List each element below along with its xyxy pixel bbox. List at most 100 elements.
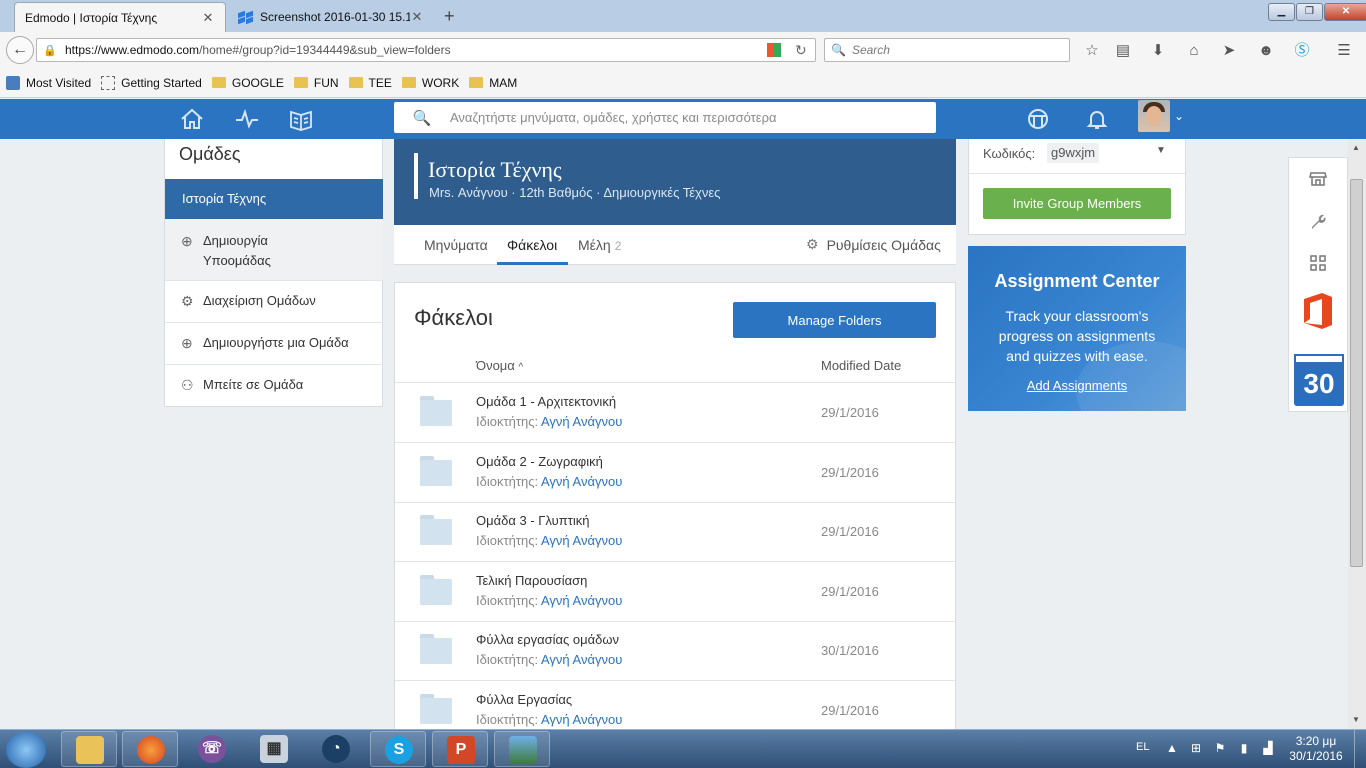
- calendar-icon[interactable]: 30: [1294, 354, 1344, 406]
- owner-link[interactable]: Αγνή Ανάγνου: [541, 712, 622, 727]
- folder-row[interactable]: Ομάδα 2 - Ζωγραφική Ιδιοκτήτης: Αγνή Ανά…: [395, 443, 955, 503]
- folder-name[interactable]: Φύλλα Εργασίας: [476, 692, 572, 707]
- taskbar-explorer[interactable]: [61, 731, 117, 767]
- close-tab-icon[interactable]: ✕: [410, 9, 424, 25]
- owner-link[interactable]: Αγνή Ανάγνου: [541, 652, 622, 667]
- taskbar-photo-viewer[interactable]: [494, 731, 550, 767]
- reload-icon[interactable]: ↻: [795, 42, 815, 59]
- windows-flag-icon[interactable]: ⊞: [1188, 741, 1204, 757]
- network-signal-icon[interactable]: ▟: [1260, 741, 1276, 757]
- menu-icon[interactable]: ☰: [1334, 41, 1354, 61]
- plus-circle-icon: ⊕: [181, 335, 193, 351]
- browser-tab-screenshot[interactable]: Screenshot 2016-01-30 15.1... ✕: [228, 2, 434, 32]
- owner-link[interactable]: Αγνή Ανάγνου: [541, 593, 622, 608]
- owner-link[interactable]: Αγνή Ανάγνου: [541, 533, 622, 548]
- user-avatar[interactable]: [1138, 100, 1170, 132]
- column-header-modified-date[interactable]: Modified Date: [821, 358, 901, 373]
- create-subgroup-link[interactable]: ⊕ Δημιουργία Υποομάδας: [165, 219, 383, 281]
- notifications-bell-icon[interactable]: [1083, 105, 1111, 133]
- taskbar-firefox[interactable]: [122, 731, 178, 767]
- home-icon[interactable]: [178, 105, 206, 133]
- bookmark-folder-tee[interactable]: TEE: [348, 76, 392, 90]
- activity-icon[interactable]: [233, 105, 261, 133]
- invite-members-button[interactable]: Invite Group Members: [983, 188, 1171, 219]
- taskbar-speedometer[interactable]: ◔: [308, 731, 364, 767]
- global-search-input[interactable]: [450, 110, 936, 125]
- browser-search-box[interactable]: 🔍 Search: [824, 38, 1070, 62]
- column-header-name[interactable]: Όνομα ^: [476, 358, 523, 373]
- folder-name[interactable]: Ομάδα 3 - Γλυπτική: [476, 513, 589, 528]
- skype-icon[interactable]: Ⓢ: [1292, 41, 1312, 61]
- spotlight-icon[interactable]: [1024, 105, 1052, 133]
- send-icon[interactable]: ➤: [1219, 41, 1239, 61]
- folder-name[interactable]: Ομάδα 2 - Ζωγραφική: [476, 454, 603, 469]
- scrollbar-thumb[interactable]: [1350, 179, 1363, 567]
- reading-list-icon[interactable]: ▤: [1113, 41, 1133, 61]
- scroll-up-arrow[interactable]: ▲: [1352, 143, 1360, 152]
- taskbar-skype[interactable]: S: [370, 731, 426, 767]
- minimize-button[interactable]: ▁: [1268, 3, 1295, 21]
- owner-link[interactable]: Αγνή Ανάγνου: [541, 414, 622, 429]
- restore-button[interactable]: ❐: [1296, 3, 1323, 21]
- folder-row[interactable]: Ομάδα 1 - Αρχιτεκτονική Ιδιοκτήτης: Αγνή…: [395, 383, 955, 443]
- system-clock[interactable]: 3:20 μμ 30/1/2016: [1286, 734, 1346, 764]
- show-desktop-button[interactable]: [1354, 730, 1366, 768]
- tray-expand-icon[interactable]: ▲: [1164, 741, 1180, 757]
- tab-posts[interactable]: Μηνύματα: [424, 237, 488, 253]
- bookmark-folder-mam[interactable]: MAM: [469, 76, 517, 90]
- download-icon[interactable]: ⬇: [1148, 41, 1168, 61]
- close-tab-icon[interactable]: ✕: [201, 10, 215, 26]
- firefox-icon: [137, 736, 165, 764]
- new-tab-button[interactable]: +: [444, 6, 455, 27]
- scroll-down-arrow[interactable]: ▼: [1352, 715, 1360, 724]
- bookmark-folder-google[interactable]: GOOGLE: [211, 76, 284, 90]
- power-icon[interactable]: ▮: [1236, 741, 1252, 757]
- folder-name[interactable]: Τελική Παρουσίαση: [476, 573, 587, 588]
- apps-grid-icon[interactable]: [1289, 242, 1347, 284]
- taskbar-calculator[interactable]: ▦: [246, 731, 302, 767]
- chat-icon[interactable]: ☻: [1256, 41, 1276, 61]
- manage-groups-link[interactable]: ⚙ Διαχείριση Ομάδων: [165, 281, 383, 323]
- manage-folders-button[interactable]: Manage Folders: [733, 302, 936, 338]
- avg-icon[interactable]: [767, 43, 781, 57]
- join-group-link[interactable]: ⚇ Μπείτε σε Ομάδα: [165, 365, 383, 407]
- close-window-button[interactable]: ✕: [1324, 3, 1366, 21]
- sidebar-item-current-group[interactable]: Ιστορία Τέχνης: [165, 179, 383, 219]
- back-button[interactable]: ←: [6, 36, 34, 64]
- create-group-link[interactable]: ⊕ Δημιουργήστε μια Ομάδα: [165, 323, 383, 365]
- start-button[interactable]: [6, 732, 46, 768]
- bookmark-folder-fun[interactable]: FUN: [293, 76, 339, 90]
- folder-row[interactable]: Φύλλα Εργασίας Ιδιοκτήτης: Αγνή Ανάγνου …: [395, 681, 955, 729]
- bookmark-most-visited[interactable]: Most Visited: [6, 75, 91, 90]
- backpack-icon[interactable]: [287, 105, 315, 133]
- folder-row[interactable]: Τελική Παρουσίαση Ιδιοκτήτης: Αγνή Ανάγν…: [395, 562, 955, 622]
- tab-folders[interactable]: Φάκελοι: [507, 237, 557, 253]
- taskbar-viber[interactable]: ☏: [184, 731, 240, 767]
- caret-down-icon[interactable]: ▼: [1156, 145, 1166, 156]
- page-scrollbar[interactable]: ▲ ▼: [1348, 139, 1366, 729]
- office-365-icon[interactable]: [1300, 291, 1336, 331]
- action-center-flag-icon[interactable]: ⚑: [1212, 741, 1228, 757]
- url-bar[interactable]: 🔒 https://www.edmodo.com/home#/group?id=…: [36, 38, 816, 62]
- group-settings-link[interactable]: ⚙ Ρυθμίσεις Ομάδας: [806, 236, 941, 253]
- owner-link[interactable]: Αγνή Ανάγνου: [541, 474, 622, 489]
- browser-tab-edmodo[interactable]: Edmodo | Ιστορία Τέχνης ✕: [14, 2, 226, 32]
- add-assignments-link[interactable]: Add Assignments: [968, 378, 1186, 393]
- folder-row[interactable]: Φύλλα εργασίας ομάδων Ιδιοκτήτης: Αγνή Α…: [395, 621, 955, 681]
- global-search[interactable]: 🔍: [394, 102, 936, 133]
- group-code-value[interactable]: g9wxjm: [1047, 143, 1100, 163]
- bookmark-getting-started[interactable]: Getting Started: [101, 75, 202, 90]
- home-icon[interactable]: ⌂: [1184, 41, 1204, 61]
- folder-name[interactable]: Φύλλα εργασίας ομάδων: [476, 632, 619, 647]
- site-info-icon[interactable]: 🔒: [43, 44, 65, 57]
- tab-members[interactable]: Μέλη 2: [578, 237, 621, 253]
- bookmark-folder-work[interactable]: WORK: [401, 76, 459, 90]
- wrench-icon[interactable]: [1289, 200, 1347, 242]
- folder-row[interactable]: Ομάδα 3 - Γλυπτική Ιδιοκτήτης: Αγνή Ανάγ…: [395, 502, 955, 562]
- bookmark-star-icon[interactable]: ☆: [1082, 41, 1102, 61]
- chevron-down-icon[interactable]: ⌄: [1174, 109, 1184, 123]
- store-icon[interactable]: [1289, 158, 1347, 200]
- folder-name[interactable]: Ομάδα 1 - Αρχιτεκτονική: [476, 394, 616, 409]
- language-indicator[interactable]: EL: [1136, 741, 1149, 753]
- taskbar-powerpoint[interactable]: P: [432, 731, 488, 767]
